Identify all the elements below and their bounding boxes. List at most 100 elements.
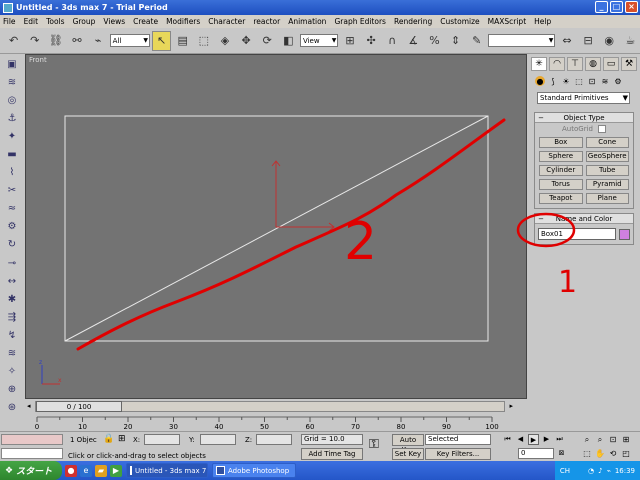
- rope-collection-icon[interactable]: ⚓: [3, 110, 21, 127]
- shapes-category-icon[interactable]: ⟆: [548, 76, 558, 86]
- quicklaunch-app-icon[interactable]: ●: [65, 464, 77, 477]
- select-by-name-icon[interactable]: ▤: [173, 31, 192, 51]
- undo-icon[interactable]: ↶: [4, 31, 23, 51]
- utilities-tab-icon[interactable]: ⚒: [621, 57, 637, 71]
- redo-icon[interactable]: ↷: [25, 31, 44, 51]
- key-icon[interactable]: ⚿: [369, 437, 379, 452]
- track-bar[interactable]: 0 10 20 30 40 50 60 70 80 90 100: [25, 414, 527, 431]
- hinge-icon[interactable]: ⊸: [3, 255, 21, 272]
- x-coordinate-field[interactable]: [144, 434, 180, 445]
- preview-animation-icon[interactable]: ⊛: [3, 399, 21, 416]
- menu-animation[interactable]: Animation: [288, 17, 326, 26]
- menu-character[interactable]: Character: [208, 17, 245, 26]
- menu-tools[interactable]: Tools: [46, 17, 64, 26]
- create-tab-icon[interactable]: ✳: [531, 57, 547, 71]
- menu-group[interactable]: Group: [73, 17, 96, 26]
- lock-selection-icon[interactable]: 🔒: [103, 434, 114, 444]
- helpers-category-icon[interactable]: ⊡: [587, 76, 597, 86]
- time-slider-thumb[interactable]: 0 / 100: [36, 401, 122, 412]
- point-to-point-icon[interactable]: ↔: [3, 273, 21, 290]
- object-color-swatch[interactable]: [619, 228, 630, 240]
- menu-views[interactable]: Views: [103, 17, 125, 26]
- move-icon[interactable]: ✥: [237, 31, 256, 51]
- motor-icon[interactable]: ↻: [3, 236, 21, 253]
- torus-button[interactable]: Torus: [539, 179, 583, 190]
- track-bar-ruler[interactable]: 0 10 20 30 40 50 60 70 80 90 100: [25, 414, 527, 431]
- autogrid-checkbox[interactable]: [597, 125, 606, 133]
- analyze-world-icon[interactable]: ⊕: [3, 381, 21, 398]
- zoom-icon[interactable]: ⌕: [581, 434, 593, 446]
- prismatic-icon[interactable]: ⇶: [3, 309, 21, 326]
- geosphere-button[interactable]: GeoSphere: [585, 151, 629, 162]
- menu-customize[interactable]: Customize: [440, 17, 479, 26]
- time-slider[interactable]: 0 / 100 ◂ ▸: [27, 401, 513, 412]
- menu-rendering[interactable]: Rendering: [394, 17, 432, 26]
- zoom-extents-all-icon[interactable]: ⊞: [620, 434, 632, 446]
- window-crossing-icon[interactable]: ◈: [215, 31, 234, 51]
- key-filters-button[interactable]: Key Filters...: [425, 448, 491, 460]
- named-selection-sets-dropdown[interactable]: ▼: [488, 34, 556, 47]
- pivot-center-icon[interactable]: ⊞: [340, 31, 359, 51]
- scale-icon[interactable]: ◧: [279, 31, 298, 51]
- selection-filter-dropdown[interactable]: All ▼: [109, 34, 150, 47]
- tube-button[interactable]: Tube: [585, 165, 629, 176]
- teapot-button[interactable]: Teapot: [539, 193, 583, 204]
- menu-reactor[interactable]: reactor: [253, 17, 280, 26]
- previous-frame-icon[interactable]: ◀: [515, 434, 526, 445]
- zoom-region-icon[interactable]: ⬚: [581, 448, 593, 460]
- menu-edit[interactable]: Edit: [24, 17, 39, 26]
- y-coordinate-field[interactable]: [200, 434, 236, 445]
- select-object-icon[interactable]: ↖: [151, 30, 172, 51]
- plane-button[interactable]: Plane: [585, 193, 629, 204]
- next-frame-icon[interactable]: ▶: [541, 434, 552, 445]
- prev-frame-arrow-icon[interactable]: ◂: [27, 402, 31, 410]
- wind-icon[interactable]: ≈: [3, 200, 21, 217]
- unlink-icon[interactable]: ⚯: [67, 31, 86, 51]
- named-selection-icon[interactable]: ✎: [467, 31, 486, 51]
- mirror-icon[interactable]: ⇔: [557, 31, 576, 51]
- object-type-rollout-header[interactable]: − Object Type: [535, 113, 633, 123]
- menu-graph-editors[interactable]: Graph Editors: [334, 17, 386, 26]
- cylinder-button[interactable]: Cylinder: [539, 165, 583, 176]
- internet-explorer-icon[interactable]: e: [80, 464, 92, 477]
- current-frame-field[interactable]: 0: [518, 448, 554, 459]
- render-icon[interactable]: ☕: [621, 31, 640, 51]
- close-button[interactable]: ×: [625, 1, 638, 13]
- rigid-body-collection-icon[interactable]: ▣: [3, 56, 21, 73]
- viewport-canvas[interactable]: z x 2: [26, 55, 526, 398]
- select-link-icon[interactable]: ⛓: [46, 31, 65, 51]
- z-coordinate-field[interactable]: [256, 434, 292, 445]
- modify-tab-icon[interactable]: ◠: [549, 57, 565, 71]
- transform-gizmo[interactable]: [271, 160, 335, 232]
- select-manipulate-icon[interactable]: ✣: [362, 31, 381, 51]
- absolute-mode-icon[interactable]: ⊞: [118, 434, 126, 444]
- car-wheel-icon[interactable]: ↯: [3, 327, 21, 344]
- cloth-collection-icon[interactable]: ≋: [3, 74, 21, 91]
- folder-icon[interactable]: ▰: [95, 464, 107, 477]
- menu-maxscript[interactable]: MAXScript: [488, 17, 527, 26]
- key-mode-dropdown[interactable]: Selected: [425, 434, 491, 445]
- snap-toggle-icon[interactable]: ∩: [383, 31, 402, 51]
- front-viewport[interactable]: z x 2 Front: [25, 54, 527, 399]
- percent-snap-icon[interactable]: %: [425, 31, 444, 51]
- sphere-button[interactable]: Sphere: [539, 151, 583, 162]
- align-icon[interactable]: ⊟: [579, 31, 598, 51]
- hierarchy-tab-icon[interactable]: ⊤: [567, 57, 583, 71]
- minimize-button[interactable]: _: [595, 1, 608, 13]
- cloth-modifier-icon[interactable]: ✧: [3, 363, 21, 380]
- play-icon[interactable]: ▶: [528, 434, 539, 445]
- ragdoll-icon[interactable]: ✱: [3, 291, 21, 308]
- volume-icon[interactable]: ♪: [598, 467, 602, 475]
- pyramid-button[interactable]: Pyramid: [585, 179, 629, 190]
- primitive-type-dropdown[interactable]: Standard Primitives ▼: [537, 92, 630, 104]
- motion-tab-icon[interactable]: ◍: [585, 57, 601, 71]
- cone-button[interactable]: Cone: [585, 137, 629, 148]
- spinner-snap-icon[interactable]: ⇕: [446, 31, 465, 51]
- maximize-button[interactable]: □: [610, 1, 623, 13]
- task-3dsmax[interactable]: Untitled - 3ds max 7...: [126, 463, 208, 478]
- spring-icon[interactable]: ⌇: [3, 164, 21, 181]
- time-configuration-icon[interactable]: ⊠: [556, 448, 567, 459]
- object-name-input[interactable]: Box01: [538, 228, 616, 240]
- autogrid-toggle[interactable]: AutoGrid: [535, 123, 633, 135]
- material-editor-icon[interactable]: ◉: [600, 31, 619, 51]
